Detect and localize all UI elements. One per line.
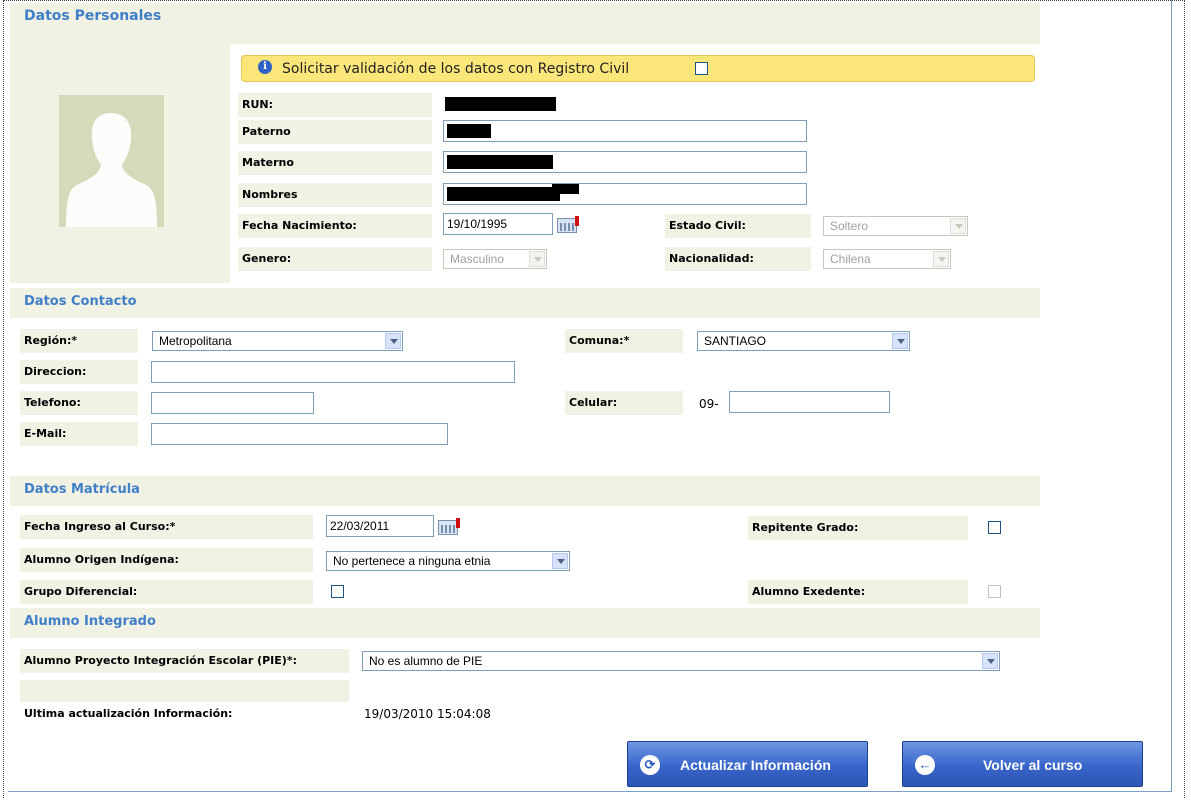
chevron-down-icon	[982, 653, 998, 669]
chevron-down-icon	[950, 218, 966, 234]
nacionalidad-value: Chilena	[830, 252, 871, 266]
nombres-input[interactable]	[443, 183, 807, 205]
exedente-checkbox	[988, 585, 1001, 598]
genero-value: Masculino	[450, 252, 505, 266]
telefono-label: Telefono:	[20, 391, 138, 415]
validation-text: Solicitar validación de los datos con Re…	[282, 61, 630, 77]
chevron-down-icon	[892, 333, 908, 349]
calendar-icon[interactable]	[555, 214, 581, 234]
fecha-nacimiento-label: Fecha Nacimiento:	[238, 214, 432, 238]
direccion-label: Direccion:	[20, 360, 138, 384]
chevron-down-icon	[529, 251, 545, 267]
ultima-actualizacion-label: Ultima actualización Información:	[20, 702, 349, 726]
info-icon: i	[258, 60, 272, 74]
validation-notice: i Solicitar validación de los datos con …	[241, 55, 1035, 82]
exedente-label: Alumno Exedente:	[748, 580, 968, 604]
frame-border-bottom	[8, 791, 1172, 792]
volver-button-label: Volver al curso	[983, 757, 1083, 773]
estado-civil-select: Soltero	[823, 216, 968, 236]
repitente-checkbox[interactable]	[988, 521, 1001, 534]
section-title-contacto: Datos Contacto	[24, 294, 137, 309]
section-title-matricula: Datos Matrícula	[24, 482, 140, 497]
ultima-actualizacion-value: 19/03/2010 15:04:08	[364, 707, 491, 721]
volver-button[interactable]: ← Volver al curso	[902, 741, 1143, 787]
celular-prefix: 09-	[699, 397, 719, 411]
email-label: E-Mail:	[20, 422, 138, 446]
paterno-label: Paterno	[238, 120, 432, 144]
refresh-icon: ⟳	[640, 755, 660, 775]
section-integrado: Alumno Integrado	[10, 608, 1040, 638]
validation-checkbox[interactable]	[695, 62, 708, 75]
arrow-left-icon: ←	[915, 755, 935, 775]
pie-select[interactable]: No es alumno de PIE	[362, 651, 1000, 671]
comuna-select[interactable]: SANTIAGO	[697, 331, 910, 351]
materno-label: Materno	[238, 151, 432, 175]
estado-civil-label: Estado Civil:	[665, 214, 811, 238]
nacionalidad-select: Chilena	[823, 249, 951, 269]
person-silhouette-icon	[66, 113, 157, 227]
comuna-value: SANTIAGO	[704, 334, 767, 348]
pie-value: No es alumno de PIE	[369, 654, 483, 668]
calendar-icon[interactable]	[436, 516, 462, 536]
run-label: RUN:	[238, 93, 432, 117]
section-title-integrado: Alumno Integrado	[24, 614, 156, 629]
comuna-label: Comuna:*	[565, 329, 683, 353]
spacer-label	[20, 680, 349, 704]
direccion-input[interactable]	[151, 361, 515, 383]
origen-indigena-select[interactable]: No pertenece a ninguna etnia	[326, 551, 570, 571]
materno-redacted	[447, 155, 553, 169]
chevron-down-icon	[933, 251, 949, 267]
fecha-ingreso-input[interactable]: 22/03/2011	[326, 515, 434, 537]
genero-label: Genero:	[238, 247, 432, 271]
paterno-input[interactable]	[443, 120, 807, 142]
nombres-label: Nombres	[238, 183, 432, 207]
chevron-down-icon	[385, 333, 401, 349]
celular-input[interactable]	[729, 391, 890, 413]
estado-civil-value: Soltero	[830, 219, 869, 233]
nombres-redacted-1	[447, 187, 560, 201]
grupo-diferencial-label: Grupo Diferencial:	[20, 580, 313, 604]
chevron-down-icon	[552, 553, 568, 569]
region-select[interactable]: Metropolitana	[152, 331, 403, 351]
email-input[interactable]	[151, 423, 448, 445]
region-value: Metropolitana	[159, 334, 232, 348]
grupo-diferencial-checkbox[interactable]	[331, 585, 344, 598]
materno-input[interactable]	[443, 151, 807, 173]
student-photo-placeholder	[59, 95, 164, 227]
fecha-nacimiento-input[interactable]: 19/10/1995	[443, 213, 553, 235]
frame-border-right	[1171, 0, 1172, 792]
origen-indigena-label: Alumno Origen Indígena:	[20, 548, 313, 572]
nacionalidad-label: Nacionalidad:	[665, 247, 811, 271]
run-value-redacted	[445, 97, 556, 111]
actualizar-button-label: Actualizar Información	[680, 757, 831, 773]
paterno-redacted	[447, 124, 491, 138]
repitente-label: Repitente Grado:	[748, 516, 968, 540]
origen-indigena-value: No pertenece a ninguna etnia	[333, 554, 491, 568]
genero-select: Masculino	[443, 249, 547, 269]
section-title-personales: Datos Personales	[24, 8, 162, 24]
telefono-input[interactable]	[151, 392, 314, 414]
fecha-ingreso-label: Fecha Ingreso al Curso:*	[20, 515, 313, 539]
actualizar-button[interactable]: ⟳ Actualizar Información	[627, 741, 868, 787]
nombres-redacted-2	[552, 184, 579, 194]
pie-label: Alumno Proyecto Integración Escolar (PIE…	[20, 649, 349, 673]
section-matricula: Datos Matrícula	[10, 476, 1040, 506]
celular-label: Celular:	[565, 391, 683, 415]
section-contacto: Datos Contacto	[10, 288, 1040, 318]
region-label: Región:*	[20, 329, 138, 353]
